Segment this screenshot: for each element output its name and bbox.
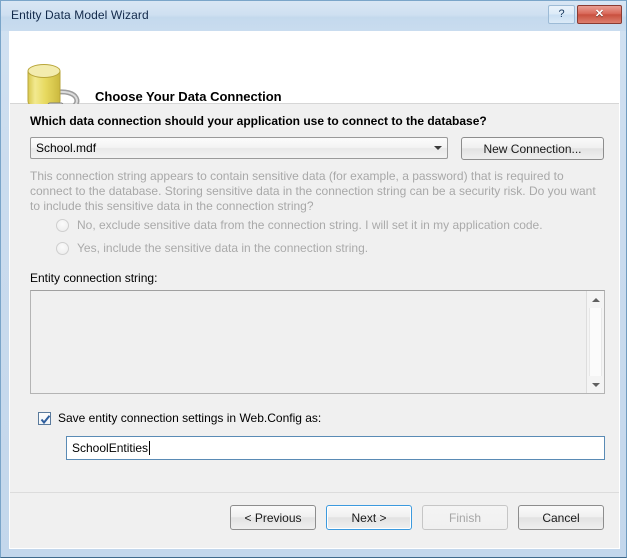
close-icon: ✕ (594, 8, 605, 20)
window-frame: Entity Data Model Wizard ? ✕ Choose Your… (1, 1, 626, 557)
chevron-down-icon[interactable] (429, 146, 447, 150)
radio-include-label: Yes, include the sensitive data in the c… (77, 241, 369, 255)
config-name-input[interactable]: SchoolEntities (66, 436, 605, 460)
config-name-value: SchoolEntities (72, 441, 149, 455)
entity-connection-string-scrollbar[interactable] (586, 291, 604, 393)
entity-connection-string-box[interactable] (30, 290, 605, 394)
radio-exclude-sensitive-data[interactable]: No, exclude sensitive data from the conn… (56, 218, 543, 232)
radio-exclude-label: No, exclude sensitive data from the conn… (77, 218, 543, 232)
dialog-content: Which data connection should your applic… (10, 104, 619, 492)
dialog-footer: < Previous Next > Finish Cancel (10, 492, 619, 548)
page-title: Choose Your Data Connection (95, 89, 282, 104)
connection-combobox[interactable]: School.mdf (30, 137, 448, 159)
entity-connection-string-label: Entity connection string: (30, 271, 158, 285)
dialog-header: Choose Your Data Connection (10, 31, 619, 115)
title-bar[interactable]: Entity Data Model Wizard ? ✕ (1, 1, 626, 31)
title-bar-buttons: ? ✕ (548, 5, 622, 24)
previous-button[interactable]: < Previous (230, 505, 316, 530)
save-settings-label: Save entity connection settings in Web.C… (58, 411, 322, 425)
sensitive-data-warning: This connection string appears to contai… (30, 169, 596, 213)
save-settings-checkbox-row[interactable]: Save entity connection settings in Web.C… (38, 411, 321, 425)
footer-button-group: < Previous Next > Finish Cancel (230, 505, 604, 530)
question-label: Which data connection should your applic… (30, 114, 487, 128)
help-button[interactable]: ? (548, 5, 575, 24)
scroll-up-icon[interactable] (587, 291, 604, 308)
entity-connection-string-textarea[interactable] (31, 291, 586, 393)
text-caret (149, 441, 151, 455)
connection-combobox-value: School.mdf (36, 141, 97, 155)
scrollbar-track[interactable] (589, 308, 602, 376)
finish-button: Finish (422, 505, 508, 530)
new-connection-button[interactable]: New Connection... (461, 137, 604, 160)
save-settings-checkbox[interactable] (38, 411, 51, 425)
next-button[interactable]: Next > (326, 505, 412, 530)
window-title: Entity Data Model Wizard (11, 8, 149, 22)
checkmark-icon (40, 414, 51, 424)
radio-button-icon[interactable] (56, 241, 69, 255)
question-mark-icon: ? (558, 8, 565, 20)
close-button[interactable]: ✕ (577, 5, 622, 24)
cancel-button[interactable]: Cancel (518, 505, 604, 530)
scroll-down-icon[interactable] (587, 376, 604, 393)
wizard-window: Entity Data Model Wizard ? ✕ Choose Your… (0, 0, 627, 558)
radio-button-icon[interactable] (56, 218, 69, 232)
dialog-body: Choose Your Data Connection Which data c… (9, 31, 620, 549)
radio-include-sensitive-data[interactable]: Yes, include the sensitive data in the c… (56, 241, 368, 255)
